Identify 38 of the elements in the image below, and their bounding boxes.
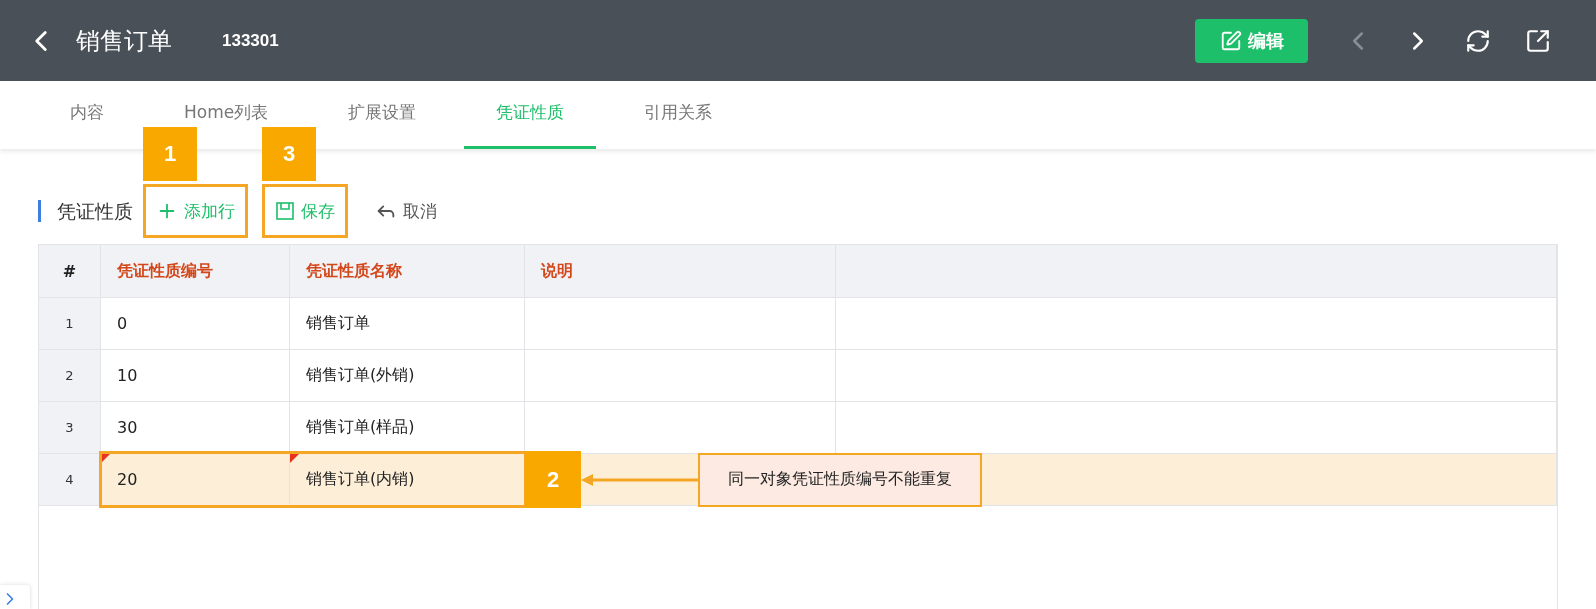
table-cell: 销售订单(外销) bbox=[290, 350, 525, 401]
save-button[interactable]: 保存 bbox=[262, 184, 348, 238]
error-marker bbox=[290, 454, 299, 463]
tab[interactable]: 引用关系 bbox=[612, 95, 745, 129]
table-cell: 20 bbox=[101, 454, 290, 505]
save-icon bbox=[275, 201, 295, 221]
add-row-button[interactable]: 添加行 bbox=[143, 184, 248, 238]
page-title: 销售订单 bbox=[76, 25, 172, 57]
edit-icon bbox=[1219, 29, 1242, 52]
tab[interactable]: Home列表 bbox=[152, 95, 301, 129]
column-header: # bbox=[39, 245, 101, 297]
row-number: 2 bbox=[39, 350, 101, 401]
tab[interactable]: 凭证性质 bbox=[464, 95, 597, 129]
record-number: 133301 bbox=[222, 30, 279, 51]
table-cell: 销售订单 bbox=[290, 298, 525, 349]
table-cell: 销售订单(样品) bbox=[290, 402, 525, 453]
annotation-badge: 2 bbox=[525, 451, 581, 508]
error-marker bbox=[101, 454, 110, 463]
external-link-icon[interactable] bbox=[1525, 27, 1551, 54]
table-cell: 0 bbox=[101, 298, 290, 349]
edit-button[interactable]: 编辑 bbox=[1195, 18, 1308, 63]
row-number: 4 bbox=[39, 454, 101, 505]
column-header: 凭证性质编号 bbox=[101, 245, 290, 297]
row-number: 1 bbox=[39, 298, 101, 349]
tab[interactable]: 扩展设置 bbox=[316, 95, 449, 129]
callout-note: 同一对象凭证性质编号不能重复 bbox=[698, 452, 982, 507]
column-header: 说明 bbox=[525, 245, 836, 297]
table-cell: 30 bbox=[101, 402, 290, 453]
annotation-badge: 3 bbox=[262, 127, 316, 181]
refresh-icon[interactable] bbox=[1465, 27, 1491, 54]
annotation-badge: 1 bbox=[143, 127, 197, 181]
column-header: 凭证性质名称 bbox=[290, 245, 525, 297]
table-cell: 10 bbox=[101, 350, 290, 401]
expand-tab[interactable] bbox=[0, 585, 30, 609]
section-title: 凭证性质 bbox=[38, 200, 133, 222]
tab[interactable]: 内容 bbox=[38, 95, 136, 129]
cancel-button[interactable]: 取消 bbox=[362, 184, 450, 238]
row-number: 3 bbox=[39, 402, 101, 453]
